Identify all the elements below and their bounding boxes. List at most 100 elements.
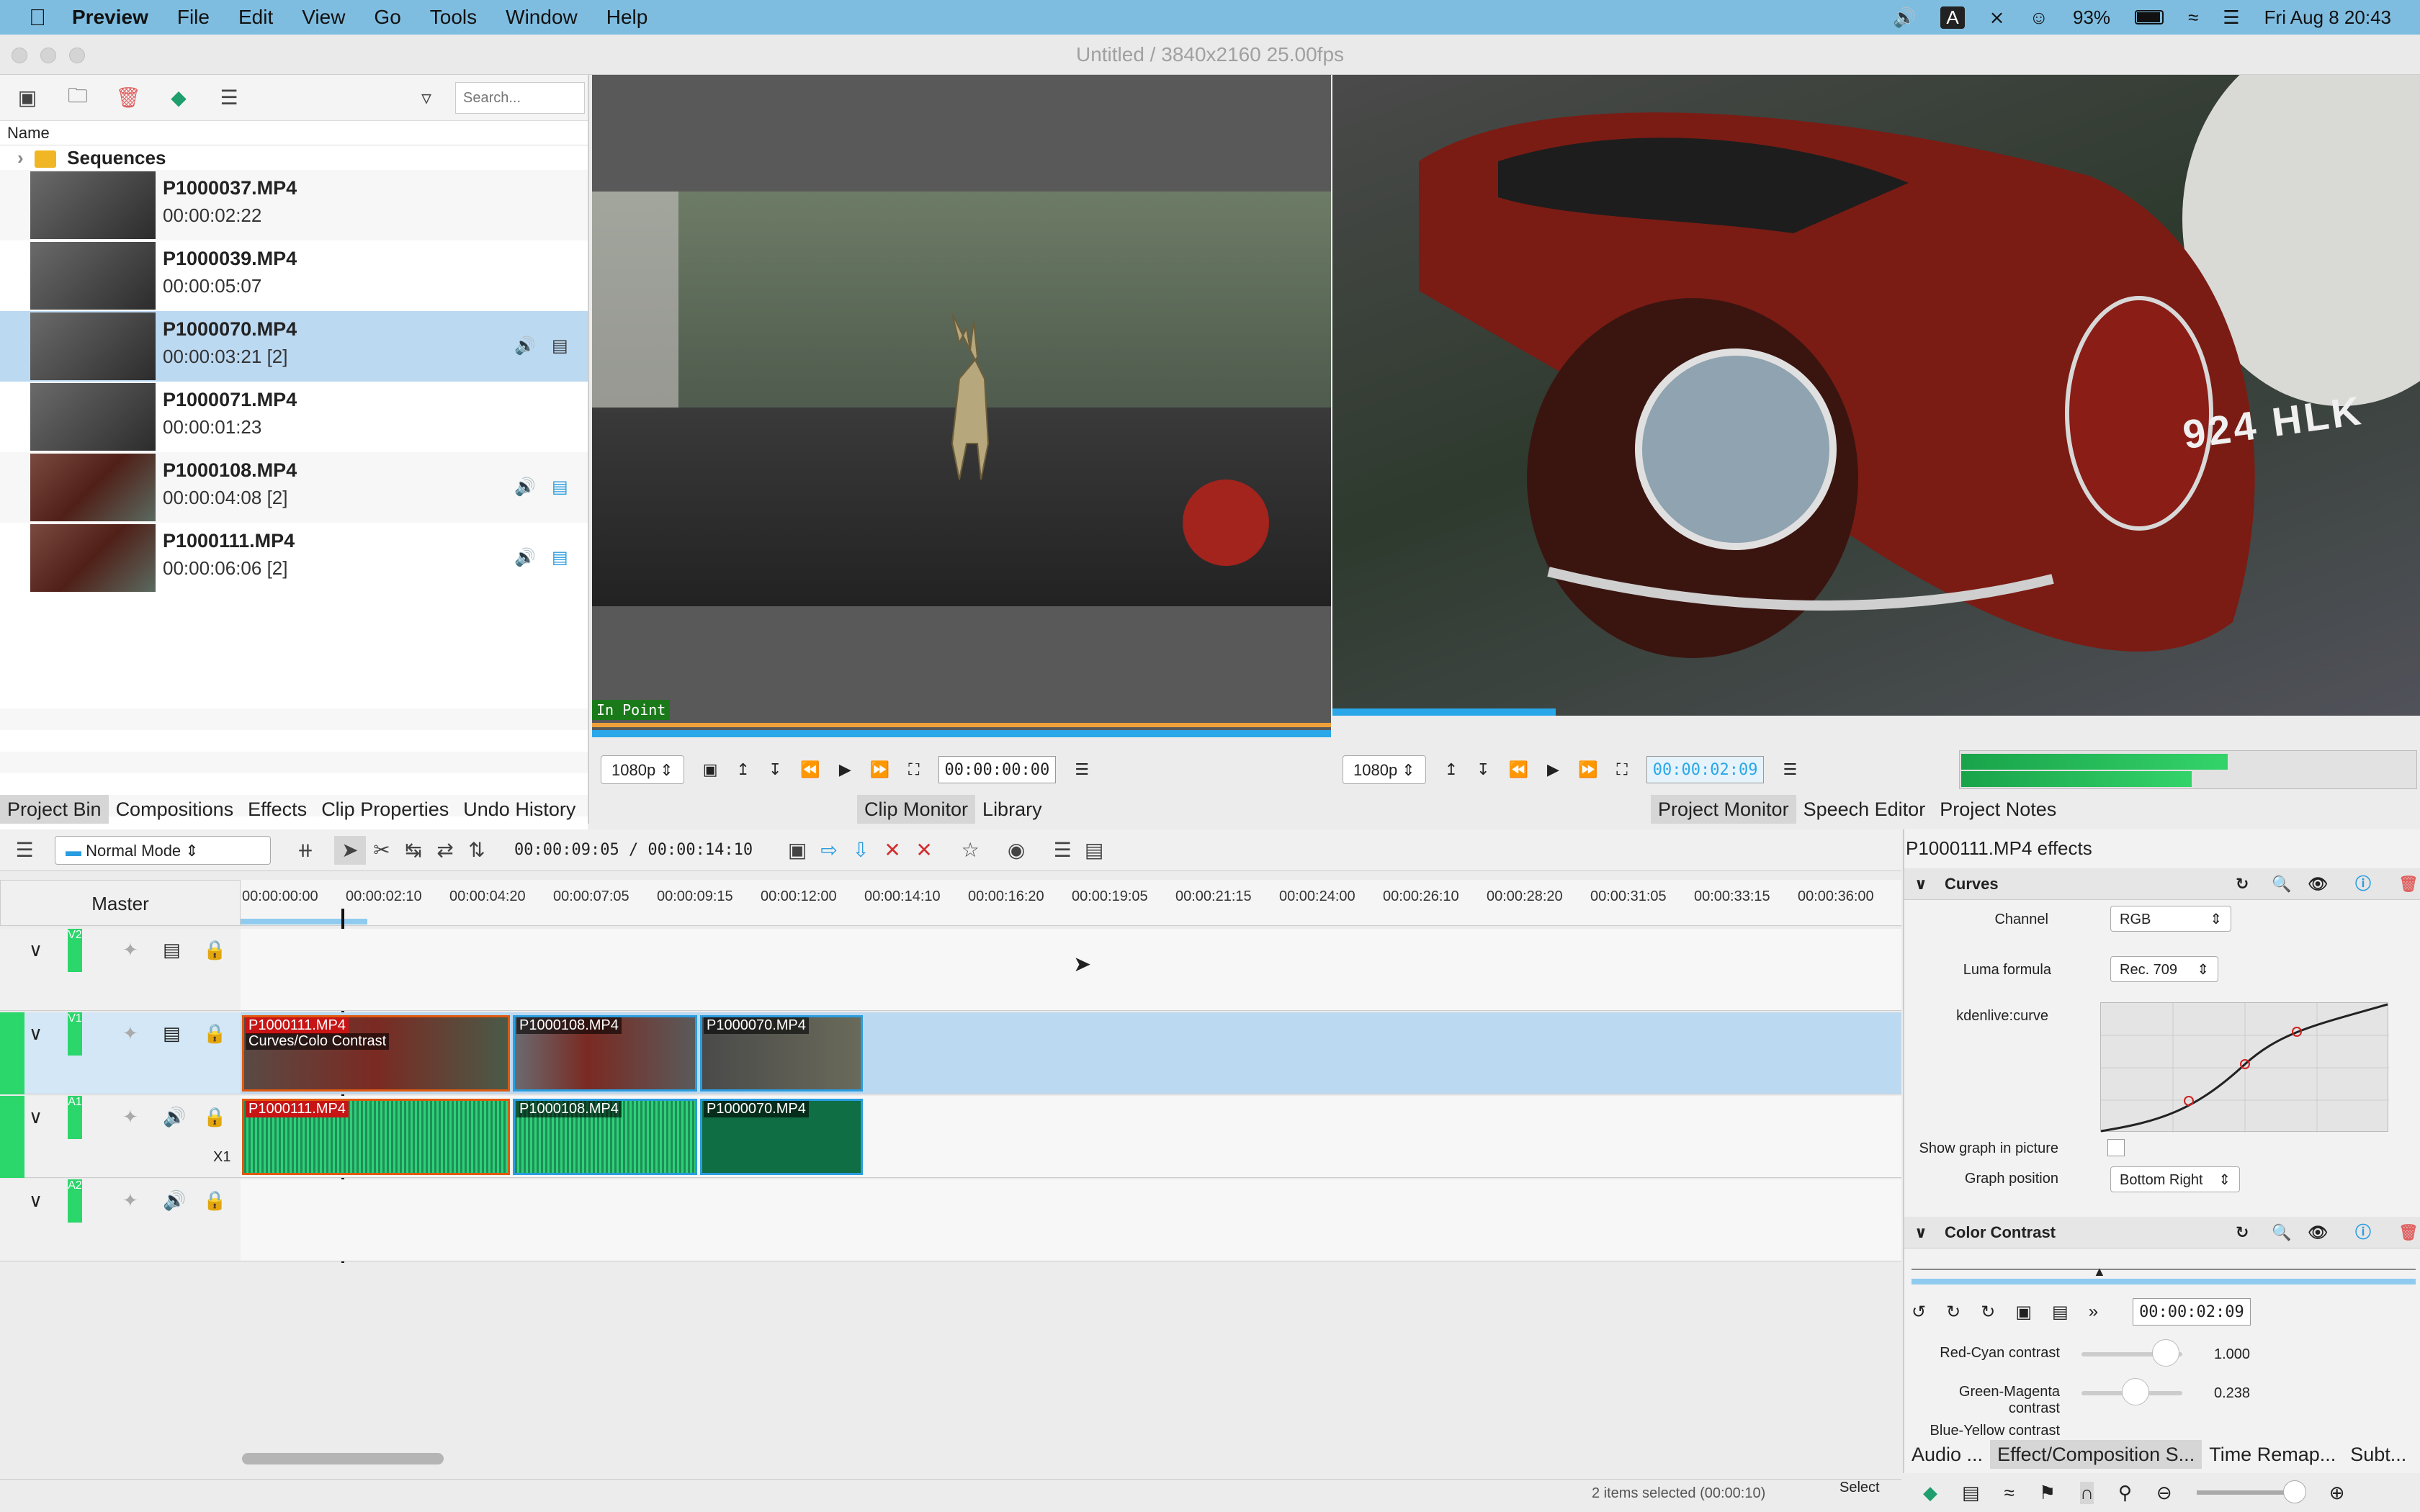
reset-effect-icon[interactable]: ↻: [2236, 1217, 2249, 1248]
track-v1[interactable]: P1000111.MP4 Curves/Colo Contrast P10001…: [241, 1012, 1901, 1094]
effect-timecode[interactable]: 00:00:02:09: [2133, 1298, 2251, 1326]
battery-icon[interactable]: [2135, 10, 2164, 24]
bin-clip-row[interactable]: P1000111.MP4 00:00:06:06 [2] 🔊 ▤: [0, 523, 588, 593]
clock[interactable]: Fri Aug 8 20:43: [2264, 6, 2391, 29]
hide-video-icon[interactable]: ▤: [163, 939, 181, 961]
wifi-icon[interactable]: ≈: [2188, 6, 2198, 29]
tab-compositions[interactable]: Compositions: [109, 795, 241, 824]
luma-formula-select[interactable]: Rec. 709 ⇕: [2110, 956, 2218, 982]
tab-project-monitor[interactable]: Project Monitor: [1651, 795, 1796, 824]
timeline-clip[interactable]: P1000111.MP4 Curves/Colo Contrast: [242, 1015, 510, 1092]
zone-icon[interactable]: ▣: [703, 760, 718, 779]
next-keyframe-icon[interactable]: ↻: [1981, 1302, 1995, 1323]
control-center-icon[interactable]: ☰: [2223, 6, 2239, 29]
clip-zone-bar[interactable]: [592, 723, 1331, 727]
play-icon[interactable]: ▶: [1547, 760, 1559, 779]
tab-audio[interactable]: Audio ...: [1904, 1440, 1990, 1469]
project-timecode[interactable]: 00:00:02:09: [1646, 756, 1765, 783]
paste-keyframe-icon[interactable]: ▤: [2052, 1302, 2069, 1323]
tab-effect-composition[interactable]: Effect/Composition S...: [1990, 1440, 2202, 1469]
rewind-icon[interactable]: ⏪: [800, 760, 820, 779]
timeline-menu-icon[interactable]: ☰: [9, 836, 40, 865]
copy-keyframe-icon[interactable]: ▣: [2015, 1302, 2032, 1323]
enable-effect-icon[interactable]: 👁: [2308, 1217, 2328, 1248]
tag-icon[interactable]: ◆: [1923, 1482, 1937, 1504]
bluetooth-icon[interactable]: ⨯: [1989, 6, 2005, 29]
menu-edit[interactable]: Edit: [238, 6, 273, 29]
project-timeline-scrubber[interactable]: [1332, 708, 1556, 716]
set-out-icon[interactable]: ↧: [768, 760, 781, 779]
collapse-chevron-icon[interactable]: ∨: [1914, 868, 1927, 900]
track-active-indicator[interactable]: V2: [68, 929, 82, 972]
zoom-in-icon[interactable]: ⊕: [2329, 1482, 2345, 1504]
clip-monitor-menu-icon[interactable]: ☰: [1075, 760, 1089, 779]
overwrite-icon[interactable]: ⇩: [845, 836, 877, 865]
subtitle-icon[interactable]: ▤: [1078, 836, 1110, 865]
bin-clip-row[interactable]: P1000071.MP4 00:00:01:23: [0, 382, 588, 452]
slip-tool-icon[interactable]: ⇅: [461, 836, 493, 865]
lift-icon[interactable]: ✕: [877, 836, 908, 865]
lock-icon[interactable]: 🔒: [203, 1106, 226, 1128]
menu-file[interactable]: File: [177, 6, 210, 29]
fullscreen-icon[interactable]: ⛶: [1616, 760, 1627, 779]
menu-view[interactable]: View: [302, 6, 345, 29]
tab-project-notes[interactable]: Project Notes: [1932, 795, 2063, 824]
bin-clip-row[interactable]: P1000108.MP4 00:00:04:08 [2] 🔊 ▤: [0, 452, 588, 523]
timeline-clip[interactable]: P1000070.MP4: [700, 1015, 863, 1092]
info-icon[interactable]: ⓘ: [2355, 868, 2371, 900]
keyframe-ruler[interactable]: ▲: [1912, 1257, 2416, 1284]
apple-icon[interactable]: : [29, 4, 46, 31]
compare-icon[interactable]: 🔍: [2272, 1217, 2291, 1248]
bin-column-header[interactable]: Name: [0, 121, 588, 145]
bin-menu-icon[interactable]: ☰: [213, 84, 245, 112]
compare-icon[interactable]: 🔍: [2272, 868, 2291, 900]
clip-timeline-scrubber[interactable]: [592, 730, 1331, 737]
track-active-indicator[interactable]: A2: [68, 1179, 82, 1223]
filter-icon[interactable]: ▿: [411, 84, 442, 112]
track-a2[interactable]: [241, 1179, 1901, 1261]
red-cyan-knob[interactable]: [2152, 1339, 2179, 1367]
project-resolution-select[interactable]: 1080p ⇕: [1343, 755, 1426, 784]
new-folder-icon[interactable]: 🗀: [62, 84, 94, 112]
clip-monitor[interactable]: In Point: [592, 75, 1331, 737]
volume-icon[interactable]: 🔊: [1893, 6, 1916, 29]
mixer-icon[interactable]: ☰: [1047, 836, 1078, 865]
expand-chevron-icon[interactable]: ›: [17, 147, 24, 168]
tab-clip-properties[interactable]: Clip Properties: [314, 795, 456, 824]
close-window-button[interactable]: [12, 48, 27, 63]
video-usage-icon[interactable]: ▤: [552, 477, 573, 498]
bin-clip-row-selected[interactable]: P1000070.MP4 00:00:03:21 [2] 🔊 ▤: [0, 311, 588, 382]
tab-project-bin[interactable]: Project Bin: [0, 795, 109, 824]
info-icon[interactable]: ⓘ: [2355, 1217, 2371, 1248]
tab-subtitles[interactable]: Subt...: [2343, 1440, 2414, 1469]
select-tool-icon[interactable]: ➤: [334, 835, 366, 865]
set-in-icon[interactable]: ↥: [1445, 760, 1458, 779]
collapse-chevron-icon[interactable]: ∨: [29, 939, 42, 961]
track-target-indicator[interactable]: [0, 1012, 24, 1094]
effect-header-color-contrast[interactable]: ∨ Color Contrast ↻ 🔍 👁 ⓘ 🗑: [1904, 1217, 2420, 1248]
insert-icon[interactable]: ⇨: [813, 836, 845, 865]
curve-editor[interactable]: [2100, 1002, 2389, 1133]
zoom-slider[interactable]: [2196, 1480, 2306, 1503]
record-icon[interactable]: ◉: [1000, 836, 1032, 865]
audio-clip[interactable]: P1000070.MP4: [700, 1099, 863, 1175]
video-usage-icon[interactable]: ▤: [552, 336, 573, 357]
collapse-chevron-icon[interactable]: ∨: [1914, 1217, 1927, 1248]
forward-icon[interactable]: ⏩: [1578, 760, 1597, 779]
graph-position-select[interactable]: Bottom Right ⇕: [2110, 1166, 2240, 1192]
ripple-tool-icon[interactable]: ⇄: [429, 836, 461, 865]
menu-app[interactable]: Preview: [72, 6, 148, 29]
zoom-fit-icon[interactable]: ⚲: [2118, 1482, 2132, 1504]
track-active-indicator[interactable]: A1: [68, 1096, 82, 1139]
spacer-tool-icon[interactable]: ↹: [398, 836, 429, 865]
more-icon[interactable]: »: [2089, 1302, 2098, 1322]
collapse-chevron-icon[interactable]: ∨: [29, 1106, 42, 1128]
tab-library[interactable]: Library: [975, 795, 1049, 824]
tab-clip-monitor[interactable]: Clip Monitor: [857, 795, 976, 824]
minimize-window-button[interactable]: [40, 48, 56, 63]
mute-audio-icon[interactable]: 🔊: [163, 1189, 186, 1212]
add-clip-icon[interactable]: ▣: [12, 84, 43, 112]
delete-clip-icon[interactable]: 🗑: [112, 84, 144, 112]
channel-select[interactable]: RGB ⇕: [2110, 906, 2231, 932]
snap-magnet-icon[interactable]: ∩: [2080, 1481, 2094, 1504]
